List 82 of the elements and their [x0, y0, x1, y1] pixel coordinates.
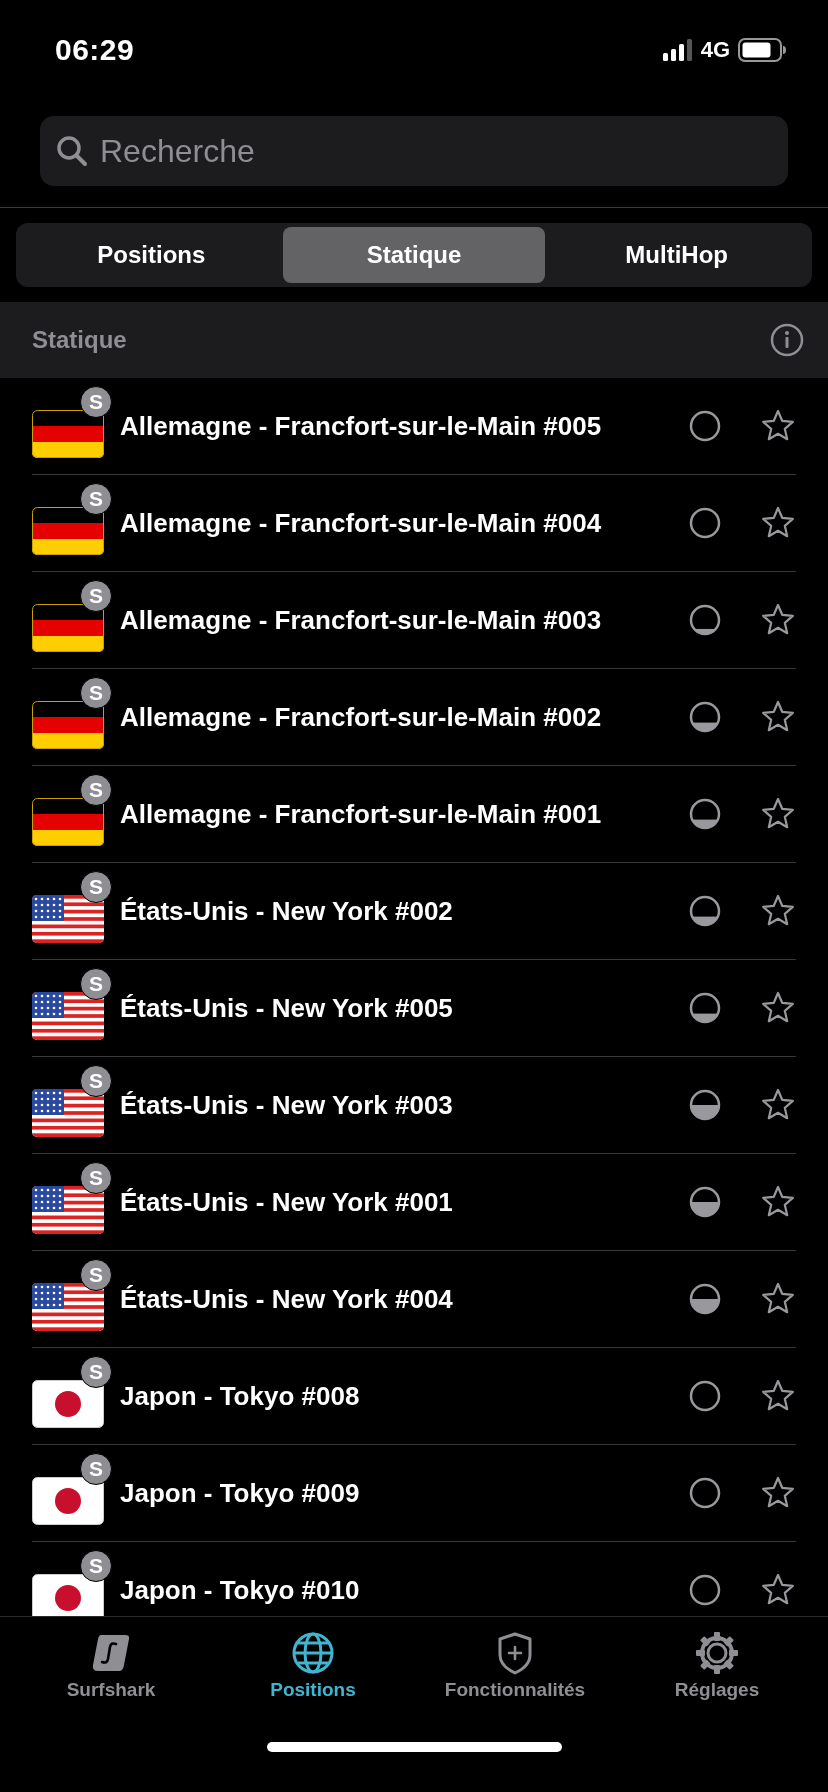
tab-bar-item[interactable]: Surfshark — [10, 1617, 212, 1732]
static-badge: S — [80, 968, 112, 1000]
server-row[interactable]: S Allemagne - Francfort-sur-le-Main #002 — [32, 669, 796, 766]
static-badge: S — [80, 1550, 112, 1582]
load-icon — [688, 797, 722, 831]
settings-icon — [695, 1631, 739, 1675]
server-name: Allemagne - Francfort-sur-le-Main #002 — [120, 701, 603, 733]
static-badge: S — [80, 1065, 112, 1097]
static-badge: S — [80, 1259, 112, 1291]
load-icon — [688, 1573, 722, 1607]
flag-icon — [32, 410, 104, 458]
tab-bar-item[interactable]: Réglages — [616, 1617, 818, 1732]
load-icon — [688, 506, 722, 540]
load-icon — [688, 603, 722, 637]
server-row[interactable]: S États-Unis - New York #004 — [32, 1251, 796, 1348]
server-name: Allemagne - Francfort-sur-le-Main #001 — [120, 798, 603, 830]
server-name: Japon - Tokyo #009 — [120, 1477, 361, 1509]
server-row[interactable]: S Japon - Tokyo #010 — [32, 1542, 796, 1616]
flag-icon — [32, 798, 104, 846]
tab-bar-item[interactable]: Positions — [212, 1617, 414, 1732]
server-name: Japon - Tokyo #010 — [120, 1574, 361, 1606]
globe-icon — [291, 1631, 335, 1675]
segment-tab[interactable]: MultiHop — [545, 227, 808, 283]
server-row[interactable]: S États-Unis - New York #005 — [32, 960, 796, 1057]
segment-tab[interactable]: Statique — [282, 227, 546, 283]
flag-icon — [32, 1477, 104, 1525]
server-name: Allemagne - Francfort-sur-le-Main #004 — [120, 507, 603, 539]
server-name: États-Unis - New York #003 — [120, 1089, 454, 1121]
flag-icon — [32, 701, 104, 749]
static-badge: S — [80, 483, 112, 515]
load-icon — [688, 894, 722, 928]
battery-icon — [738, 38, 786, 62]
server-name: États-Unis - New York #001 — [120, 1186, 454, 1218]
flag-icon — [32, 507, 104, 555]
load-icon — [688, 700, 722, 734]
server-row[interactable]: S Japon - Tokyo #009 — [32, 1445, 796, 1542]
load-icon — [688, 1088, 722, 1122]
server-row[interactable]: S Allemagne - Francfort-sur-le-Main #005 — [32, 378, 796, 475]
static-badge: S — [80, 1162, 112, 1194]
search-icon — [56, 135, 88, 167]
flag-icon — [32, 1574, 104, 1616]
static-badge: S — [80, 386, 112, 418]
static-badge: S — [80, 774, 112, 806]
clock-time: 06:29 — [55, 33, 135, 67]
server-row[interactable]: S Japon - Tokyo #008 — [32, 1348, 796, 1445]
static-badge: S — [80, 677, 112, 709]
load-icon — [688, 1476, 722, 1510]
load-icon — [688, 1282, 722, 1316]
server-name: Allemagne - Francfort-sur-le-Main #005 — [120, 410, 603, 442]
flag-icon — [32, 1380, 104, 1428]
server-row[interactable]: S États-Unis - New York #001 — [32, 1154, 796, 1251]
server-name: États-Unis - New York #002 — [120, 895, 454, 927]
static-badge: S — [80, 1453, 112, 1485]
segment-tab[interactable]: Positions — [20, 227, 283, 283]
static-badge: S — [80, 580, 112, 612]
signal-icon — [662, 39, 693, 61]
static-badge: S — [80, 871, 112, 903]
info-icon[interactable] — [770, 323, 804, 357]
search-field[interactable]: Recherche — [40, 116, 788, 186]
flag-icon — [32, 1283, 104, 1331]
server-row[interactable]: S Allemagne - Francfort-sur-le-Main #001 — [32, 766, 796, 863]
static-badge: S — [80, 1356, 112, 1388]
server-name: États-Unis - New York #004 — [120, 1283, 454, 1315]
network-label: 4G — [700, 37, 730, 63]
flag-icon — [32, 895, 104, 943]
load-icon — [688, 1185, 722, 1219]
server-row[interactable]: S Allemagne - Francfort-sur-le-Main #003 — [32, 572, 796, 669]
load-icon — [688, 991, 722, 1025]
load-icon — [688, 1379, 722, 1413]
flag-icon — [32, 1186, 104, 1234]
server-name: Japon - Tokyo #008 — [120, 1380, 361, 1412]
tab-bar-item[interactable]: Fonctionnalités — [414, 1617, 616, 1732]
section-title: Statique — [32, 326, 127, 354]
server-row[interactable]: S États-Unis - New York #002 — [32, 863, 796, 960]
load-icon — [688, 409, 722, 443]
flag-icon — [32, 604, 104, 652]
flag-icon — [32, 992, 104, 1040]
flag-icon — [32, 1089, 104, 1137]
server-name: Allemagne - Francfort-sur-le-Main #003 — [120, 604, 603, 636]
server-row[interactable]: S Allemagne - Francfort-sur-le-Main #004 — [32, 475, 796, 572]
server-name: États-Unis - New York #005 — [120, 992, 454, 1024]
server-row[interactable]: S États-Unis - New York #003 — [32, 1057, 796, 1154]
